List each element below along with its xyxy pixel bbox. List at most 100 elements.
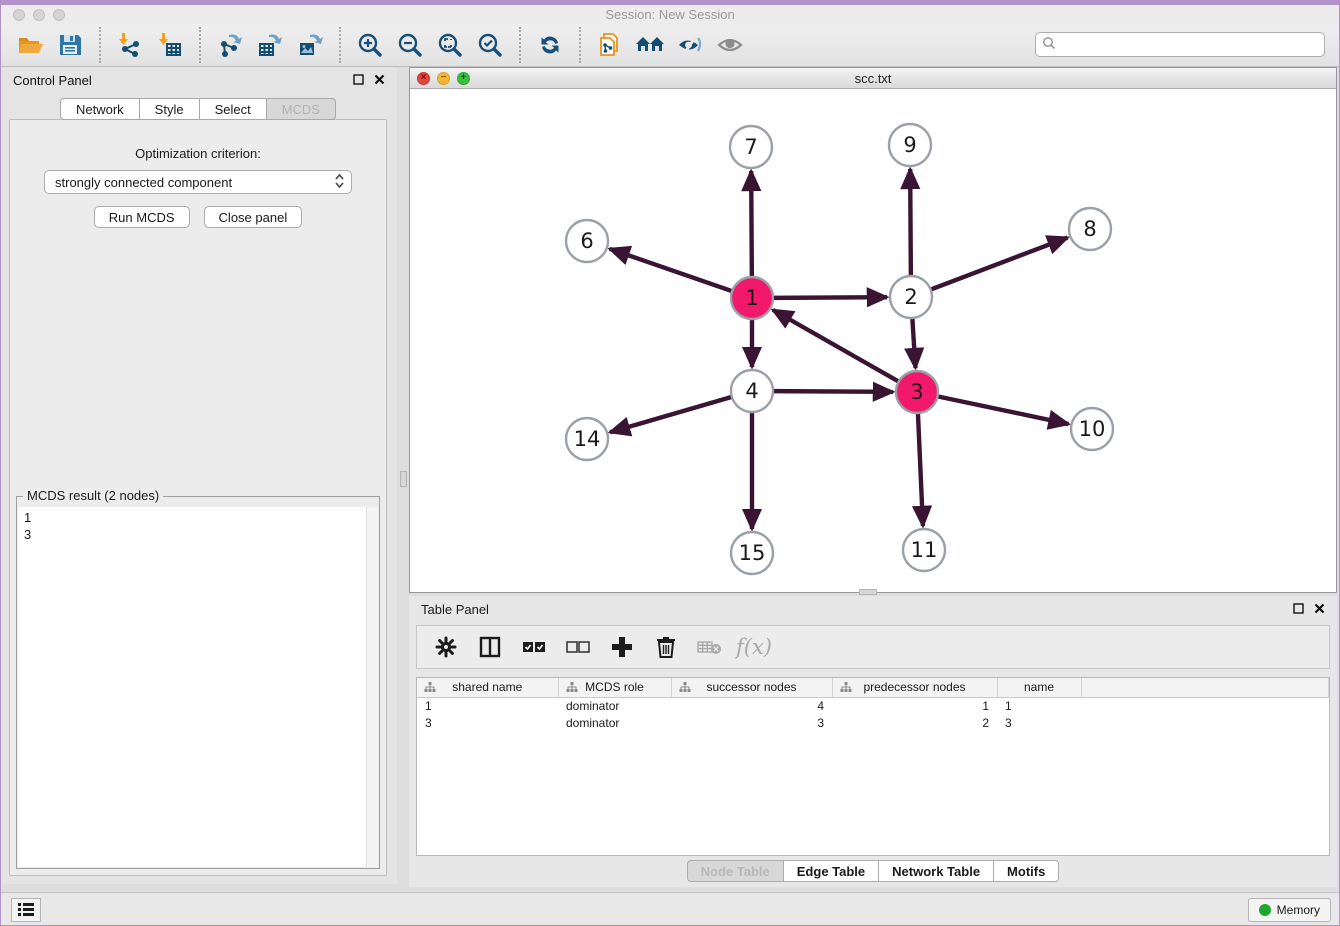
float-table-panel-icon[interactable] — [1293, 602, 1304, 617]
add-column-button[interactable] — [603, 628, 641, 666]
tab-network-table[interactable]: Network Table — [879, 860, 994, 882]
zoom-in-button[interactable] — [350, 27, 390, 63]
save-disk-icon — [58, 33, 82, 57]
optimization-criterion-label: Optimization criterion: — [10, 146, 386, 161]
clone-network-button[interactable] — [590, 27, 630, 63]
horizontal-splitter-grip[interactable] — [859, 589, 877, 595]
split-columns-icon — [479, 636, 501, 658]
tab-node-table[interactable]: Node Table — [687, 860, 784, 882]
task-history-button[interactable] — [11, 898, 41, 922]
hierarchy-icon — [424, 682, 436, 696]
tab-select[interactable]: Select — [200, 98, 267, 120]
graph-edge-3-10[interactable] — [938, 396, 1069, 424]
vertical-splitter-grip[interactable] — [400, 471, 407, 487]
graph-edge-2-3[interactable] — [912, 318, 915, 368]
optimization-criterion-select[interactable]: strongly connected component — [44, 170, 352, 194]
toggle-columns-button[interactable] — [471, 628, 509, 666]
import-table-button[interactable] — [150, 27, 190, 63]
window-title: Session: New Session — [1, 7, 1339, 22]
deselect-all-button[interactable] — [559, 628, 597, 666]
selected-criterion: strongly connected component — [55, 175, 334, 190]
memory-button[interactable]: Memory — [1248, 898, 1331, 922]
network-canvas[interactable]: 7968124314101511 — [410, 89, 1336, 592]
graph-edge-3-11[interactable] — [918, 413, 923, 526]
tab-motifs[interactable]: Motifs — [994, 860, 1059, 882]
network-window-titlebar[interactable]: scc.txt × − + — [410, 68, 1336, 89]
graph-edge-3-1[interactable] — [773, 310, 899, 382]
eye-icon — [716, 32, 744, 58]
mcds-result-title: MCDS result (2 nodes) — [23, 488, 163, 503]
import-network-button[interactable] — [110, 27, 150, 63]
graph-node-label-10: 10 — [1079, 417, 1106, 441]
run-mcds-button[interactable]: Run MCDS — [94, 206, 190, 228]
table-settings-button[interactable] — [427, 628, 465, 666]
refresh-button[interactable] — [530, 27, 570, 63]
close-panel-button[interactable]: Close panel — [204, 206, 303, 228]
graph-svg[interactable]: 7968124314101511 — [410, 89, 1336, 592]
float-panel-icon[interactable] — [353, 73, 364, 88]
table-panel-tabs: Node Table Edge Table Network Table Moti… — [409, 860, 1337, 882]
graph-edge-1-2[interactable] — [773, 297, 887, 298]
export-image-button[interactable] — [290, 27, 330, 63]
graph-node-label-6: 6 — [580, 229, 593, 253]
export-table-button[interactable] — [250, 27, 290, 63]
col-mcds-role[interactable]: MCDS role — [558, 678, 671, 697]
export-network-button[interactable] — [210, 27, 250, 63]
clone-network-icon — [597, 32, 623, 58]
node-table[interactable]: shared name MCDS role successor nodes pr… — [416, 677, 1330, 856]
plus-icon — [610, 635, 634, 659]
tab-network[interactable]: Network — [60, 98, 140, 120]
graph-edge-2-8[interactable] — [931, 238, 1068, 290]
graph-node-label-8: 8 — [1083, 217, 1096, 241]
mcds-result-scrollbar[interactable] — [366, 507, 378, 867]
refresh-icon — [537, 32, 563, 58]
graph-edge-4-3[interactable] — [773, 391, 893, 392]
import-table-icon — [157, 32, 183, 58]
zoom-fit-icon — [437, 32, 463, 58]
memory-status-icon — [1259, 904, 1271, 916]
graph-edge-4-14[interactable] — [610, 397, 732, 432]
network-window-title: scc.txt — [410, 71, 1336, 86]
close-panel-icon[interactable] — [374, 73, 385, 88]
graph-edge-1-7[interactable] — [751, 171, 752, 277]
table-row[interactable]: 1 dominator 4 1 1 — [417, 697, 1329, 714]
select-all-button[interactable] — [515, 628, 553, 666]
table-row[interactable]: 3 dominator 3 2 3 — [417, 714, 1329, 731]
col-shared-name[interactable]: shared name — [417, 678, 558, 697]
zoom-out-button[interactable] — [390, 27, 430, 63]
graph-node-label-14: 14 — [574, 427, 601, 451]
zoom-selected-button[interactable] — [470, 27, 510, 63]
unchecked-boxes-icon — [565, 634, 591, 660]
mcds-result-area[interactable]: 1 3 — [18, 507, 378, 867]
hierarchy-icon — [840, 682, 852, 696]
delete-button[interactable] — [647, 628, 685, 666]
graph-node-label-4: 4 — [745, 379, 758, 403]
col-successor-nodes[interactable]: successor nodes — [671, 678, 832, 697]
import-network-icon — [117, 32, 143, 58]
tab-mcds[interactable]: MCDS — [267, 98, 336, 120]
export-network-icon — [217, 32, 243, 58]
houses-button[interactable] — [630, 27, 670, 63]
delete-column-button-disabled[interactable] — [691, 628, 729, 666]
graph-edge-2-9[interactable] — [910, 169, 911, 276]
col-filler — [1081, 678, 1329, 697]
open-file-button[interactable] — [10, 27, 50, 63]
graph-node-label-3: 3 — [910, 380, 923, 404]
eye-button[interactable] — [710, 27, 750, 63]
graph-edge-1-6[interactable] — [610, 249, 732, 291]
hierarchy-icon — [566, 682, 578, 696]
zoom-fit-button[interactable] — [430, 27, 470, 63]
control-panel-tabs: Network Style Select MCDS — [10, 98, 386, 120]
graph-node-label-1: 1 — [745, 286, 758, 310]
col-name[interactable]: name — [997, 678, 1081, 697]
col-predecessor-nodes[interactable]: predecessor nodes — [832, 678, 997, 697]
tab-style[interactable]: Style — [140, 98, 200, 120]
save-session-button[interactable] — [50, 27, 90, 63]
close-table-panel-icon[interactable] — [1314, 602, 1325, 617]
tab-edge-table[interactable]: Edge Table — [784, 860, 879, 882]
table-panel: Table Panel f(x) — [409, 596, 1337, 887]
hide-visual-button[interactable] — [670, 27, 710, 63]
search-field[interactable] — [1035, 32, 1325, 57]
search-input[interactable] — [1061, 37, 1318, 52]
function-builder-button-disabled[interactable]: f(x) — [735, 628, 773, 666]
